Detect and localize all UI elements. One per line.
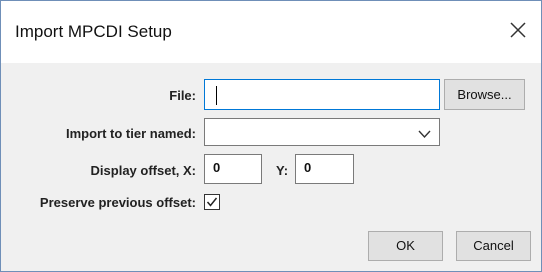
file-label: File: <box>169 88 196 103</box>
preserve-offset-checkbox[interactable] <box>204 194 220 210</box>
close-icon[interactable] <box>507 19 529 41</box>
import-mpcdi-dialog: Import MPCDI Setup File: Browse... Impor… <box>0 0 542 272</box>
title-bar: Import MPCDI Setup <box>1 1 541 63</box>
dialog-title: Import MPCDI Setup <box>15 22 172 41</box>
chevron-down-icon <box>418 127 431 142</box>
browse-button[interactable]: Browse... <box>444 79 525 110</box>
check-icon <box>206 197 218 207</box>
tier-select[interactable] <box>204 118 440 146</box>
offset-y-input[interactable]: 0 <box>295 154 354 184</box>
cancel-button[interactable]: Cancel <box>456 231 531 261</box>
display-offset-x-label: Display offset, X: <box>90 163 196 178</box>
ok-button[interactable]: OK <box>368 231 443 261</box>
offset-y-label: Y: <box>276 163 289 178</box>
text-cursor <box>216 86 217 105</box>
offset-x-input[interactable]: 0 <box>204 154 262 184</box>
file-input[interactable] <box>204 79 440 110</box>
preserve-offset-label: Preserve previous offset: <box>39 195 196 210</box>
tier-label: Import to tier named: <box>65 126 196 141</box>
